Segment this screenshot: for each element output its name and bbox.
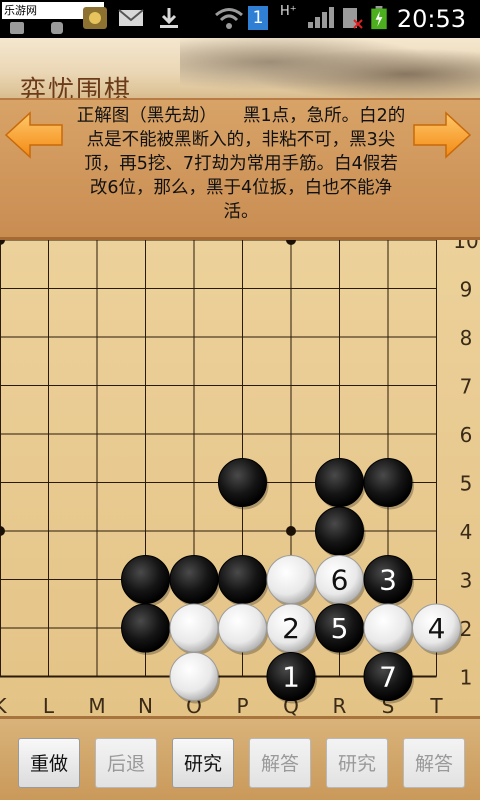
black-stone[interactable] [363, 458, 414, 510]
row-label-7: 7 [460, 375, 473, 399]
usb-icon [10, 22, 24, 34]
move-number-label: 7 [379, 661, 397, 694]
app-logo: 弈忧围棋 [20, 76, 133, 98]
column-label-n: N [138, 694, 153, 716]
study-button[interactable]: 研究 [172, 738, 234, 788]
board-canvas[interactable]: 10987654321KLMNOPQRST6325417 [0, 240, 480, 716]
banner-artwork [180, 38, 480, 98]
black-stone[interactable] [218, 458, 269, 510]
answer-button[interactable]: 解答 [249, 738, 311, 788]
prev-arrow-icon[interactable] [4, 110, 64, 160]
row-label-4: 4 [460, 520, 473, 544]
black-stone[interactable]: 7 [363, 652, 414, 704]
black-stone[interactable] [315, 506, 366, 558]
black-stone[interactable]: 5 [315, 603, 366, 655]
move-number-label: 6 [331, 564, 349, 597]
column-label-t: T [429, 694, 443, 716]
email-icon [118, 9, 144, 26]
star-point [286, 526, 296, 536]
white-stone[interactable] [363, 603, 414, 655]
star-point [0, 526, 5, 536]
white-stone[interactable]: 4 [412, 603, 463, 655]
black-stone[interactable] [315, 458, 366, 510]
white-stone[interactable] [169, 603, 220, 655]
star-point [0, 240, 5, 245]
download-icon [160, 8, 178, 28]
move-number-label: 2 [282, 612, 300, 645]
row-label-3: 3 [460, 569, 473, 593]
row-label-9: 9 [460, 278, 473, 302]
row-label-10: 10 [453, 240, 478, 253]
status-bar: 乐游网 www.962.net 1 H⁺ 20:53 [0, 0, 480, 38]
wifi-icon [215, 8, 243, 29]
column-label-m: M [88, 694, 105, 716]
white-stone[interactable] [266, 555, 317, 607]
row-label-8: 8 [460, 326, 473, 350]
move-number-label: 1 [282, 661, 300, 694]
go-board[interactable]: 10987654321KLMNOPQRST6325417 [0, 240, 480, 716]
bottom-toolbar: 重做 后退 研究 解答 研究 解答 [0, 716, 480, 800]
problem-panel: 正解图（黑先劫） 黑1点，急所。白2的点是不能被黑断入的，非粘不可，黑3尖顶，再… [0, 98, 480, 240]
redo-button[interactable]: 重做 [18, 738, 80, 788]
black-stone[interactable] [121, 603, 172, 655]
back-button[interactable]: 后退 [95, 738, 157, 788]
move-number-label: 4 [428, 612, 446, 645]
clock: 20:53 [396, 5, 466, 33]
row-label-6: 6 [460, 423, 473, 447]
row-label-1: 1 [460, 666, 473, 690]
toolbar-button-6[interactable]: 解答 [403, 738, 465, 788]
android-icon [51, 22, 63, 34]
black-stone[interactable]: 3 [363, 555, 414, 607]
network-label: H⁺ [280, 4, 297, 19]
move-number-label: 5 [331, 612, 349, 645]
row-label-5: 5 [460, 472, 473, 496]
white-stone[interactable]: 2 [266, 603, 317, 655]
white-stone[interactable] [169, 652, 220, 704]
black-stone[interactable] [218, 555, 269, 607]
battery-icon [371, 6, 387, 30]
column-label-l: L [43, 694, 55, 716]
column-label-p: P [236, 694, 248, 716]
signal-icon [308, 7, 334, 28]
problem-description: 正解图（黑先劫） 黑1点，急所。白2的点是不能被黑断入的，非粘不可，黑3尖顶，再… [76, 106, 406, 222]
white-stone[interactable]: 6 [315, 555, 366, 607]
notification-app-icon [83, 7, 107, 29]
black-stone[interactable] [169, 555, 220, 607]
star-point [286, 240, 296, 245]
app-banner: 弈忧围棋 [0, 38, 480, 98]
move-number-label: 3 [379, 564, 397, 597]
sim-icon [343, 8, 363, 29]
black-stone[interactable] [121, 555, 172, 607]
column-label-k: K [0, 694, 7, 716]
toolbar-button-5[interactable]: 研究 [326, 738, 388, 788]
black-stone[interactable]: 1 [266, 652, 317, 704]
next-arrow-icon[interactable] [412, 110, 472, 160]
notification-badge: 1 [248, 6, 268, 30]
white-stone[interactable] [218, 603, 269, 655]
column-label-r: R [333, 694, 347, 716]
